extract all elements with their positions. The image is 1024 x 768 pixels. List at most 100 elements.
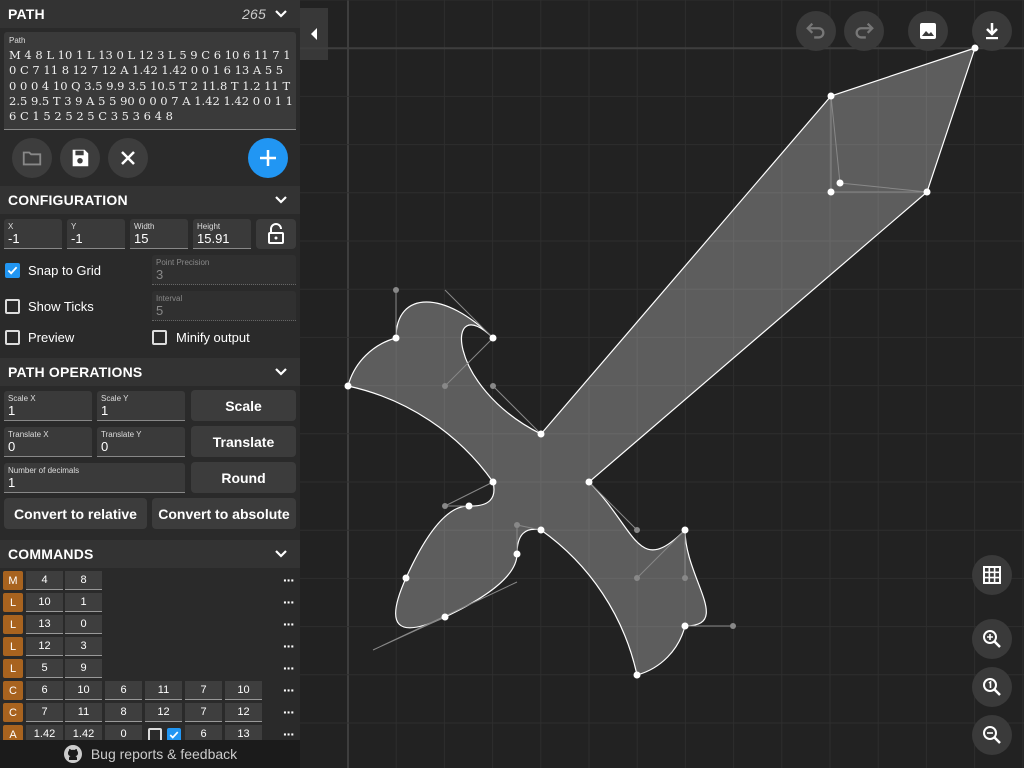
width-value[interactable]: 15 xyxy=(134,231,148,246)
convert-to-absolute-button[interactable]: Convert to absolute xyxy=(152,498,296,529)
command-value[interactable]: 4 xyxy=(26,571,63,590)
command-value[interactable]: 12 xyxy=(145,703,182,722)
scale-button[interactable]: Scale xyxy=(191,390,296,421)
anchor-point[interactable] xyxy=(489,478,497,486)
command-value[interactable]: 0 xyxy=(65,615,102,634)
anchor-point[interactable] xyxy=(513,550,521,558)
command-value[interactable]: 6 xyxy=(26,681,63,700)
control-point[interactable] xyxy=(682,575,688,581)
scale-x-value[interactable]: 1 xyxy=(8,403,15,418)
anchor-point[interactable] xyxy=(827,92,835,100)
redo-button[interactable] xyxy=(844,11,884,51)
command-value[interactable]: 10 xyxy=(65,681,102,700)
command-value[interactable]: 1 xyxy=(65,593,102,612)
anchor-point[interactable] xyxy=(923,188,931,196)
path-operations-section-header[interactable]: PATH OPERATIONS xyxy=(0,358,300,386)
anchor-point[interactable] xyxy=(489,334,497,342)
chevron-down-icon[interactable] xyxy=(274,7,288,21)
command-type[interactable]: L xyxy=(3,593,23,612)
command-value[interactable]: 12 xyxy=(225,703,262,722)
command-value[interactable]: 10 xyxy=(225,681,262,700)
more-horizontal-icon[interactable]: ··· xyxy=(283,572,295,588)
width-field[interactable]: Width 15 xyxy=(130,219,188,249)
convert-to-relative-button[interactable]: Convert to relative xyxy=(4,498,147,529)
background-image-button[interactable] xyxy=(908,11,948,51)
chevron-down-icon[interactable] xyxy=(274,365,288,379)
anchor-point[interactable] xyxy=(681,622,689,630)
command-value[interactable]: 7 xyxy=(185,703,222,722)
command-type[interactable]: M xyxy=(3,571,23,590)
command-type[interactable]: L xyxy=(3,637,23,656)
command-value[interactable]: 11 xyxy=(145,681,182,700)
path-section-header[interactable]: PATH 265 xyxy=(0,0,300,28)
path-value[interactable]: M 4 8 L 10 1 L 13 0 L 12 3 L 5 9 C 6 10 … xyxy=(9,48,293,124)
command-value[interactable]: 8 xyxy=(65,571,102,590)
command-type[interactable]: L xyxy=(3,659,23,678)
translate-button[interactable]: Translate xyxy=(191,426,296,457)
anchor-point[interactable] xyxy=(537,526,545,534)
translate-y-field[interactable]: Translate Y 0 xyxy=(97,427,185,457)
clear-button[interactable] xyxy=(108,138,148,178)
command-value[interactable]: 7 xyxy=(26,703,63,722)
anchor-point[interactable] xyxy=(836,179,844,187)
command-type[interactable]: L xyxy=(3,615,23,634)
anchor-point[interactable] xyxy=(585,478,593,486)
zoom-in-button[interactable] xyxy=(972,619,1012,659)
y-field[interactable]: Y -1 xyxy=(67,219,125,249)
translate-y-value[interactable]: 0 xyxy=(101,439,108,454)
scale-y-value[interactable]: 1 xyxy=(101,403,108,418)
lock-ratio-button[interactable] xyxy=(256,219,296,249)
zoom-out-button[interactable] xyxy=(972,715,1012,755)
more-horizontal-icon[interactable]: ··· xyxy=(283,660,295,676)
command-value[interactable]: 6 xyxy=(105,681,142,700)
scale-y-field[interactable]: Scale Y 1 xyxy=(97,391,185,421)
height-value[interactable]: 15.91 xyxy=(197,231,230,246)
control-point[interactable] xyxy=(442,383,448,389)
command-value[interactable]: 5 xyxy=(26,659,63,678)
command-value[interactable]: 3 xyxy=(65,637,102,656)
decimals-field[interactable]: Number of decimals 1 xyxy=(4,463,185,493)
control-point[interactable] xyxy=(730,623,736,629)
x-value[interactable]: -1 xyxy=(8,231,20,246)
scale-x-field[interactable]: Scale X 1 xyxy=(4,391,92,421)
configuration-section-header[interactable]: CONFIGURATION xyxy=(0,186,300,214)
anchor-point[interactable] xyxy=(441,613,449,621)
command-type[interactable]: C xyxy=(3,703,23,722)
control-point[interactable] xyxy=(442,503,448,509)
more-horizontal-icon[interactable]: ··· xyxy=(283,594,295,610)
anchor-point[interactable] xyxy=(392,334,400,342)
snap-to-grid-checkbox[interactable] xyxy=(5,263,20,278)
translate-x-field[interactable]: Translate X 0 xyxy=(4,427,92,457)
round-button[interactable]: Round xyxy=(191,462,296,493)
control-point[interactable] xyxy=(634,527,640,533)
anchor-point[interactable] xyxy=(537,430,545,438)
height-field[interactable]: Height 15.91 xyxy=(193,219,251,249)
anchor-point[interactable] xyxy=(465,502,473,510)
y-value[interactable]: -1 xyxy=(71,231,83,246)
command-value[interactable]: 13 xyxy=(26,615,63,634)
more-horizontal-icon[interactable]: ··· xyxy=(283,704,295,720)
download-button[interactable] xyxy=(972,11,1012,51)
chevron-down-icon[interactable] xyxy=(274,547,288,561)
command-value[interactable]: 8 xyxy=(105,703,142,722)
show-ticks-checkbox[interactable] xyxy=(5,299,20,314)
command-row[interactable]: L 13 0 ··· xyxy=(0,614,300,636)
x-field[interactable]: X -1 xyxy=(4,219,62,249)
chevron-down-icon[interactable] xyxy=(274,193,288,207)
zoom-fit-button[interactable] xyxy=(972,667,1012,707)
command-row[interactable]: C 7 11 8 12 7 12 ··· xyxy=(0,702,300,724)
path-canvas[interactable] xyxy=(300,0,1024,768)
command-row[interactable]: L 5 9 ··· xyxy=(0,658,300,680)
editor-canvas[interactable] xyxy=(300,0,1024,768)
command-value[interactable]: 9 xyxy=(65,659,102,678)
feedback-footer[interactable]: Bug reports & feedback xyxy=(0,740,300,768)
control-point[interactable] xyxy=(634,575,640,581)
path-textarea[interactable]: Path M 4 8 L 10 1 L 13 0 L 12 3 L 5 9 C … xyxy=(4,32,296,130)
anchor-point[interactable] xyxy=(402,574,410,582)
command-row[interactable]: M 4 8 ··· xyxy=(0,570,300,592)
commands-section-header[interactable]: COMMANDS xyxy=(0,540,300,568)
anchor-point[interactable] xyxy=(681,526,689,534)
command-value[interactable]: 12 xyxy=(26,637,63,656)
decimals-value[interactable]: 1 xyxy=(8,475,15,490)
command-row[interactable]: C 6 10 6 11 7 10 ··· xyxy=(0,680,300,702)
